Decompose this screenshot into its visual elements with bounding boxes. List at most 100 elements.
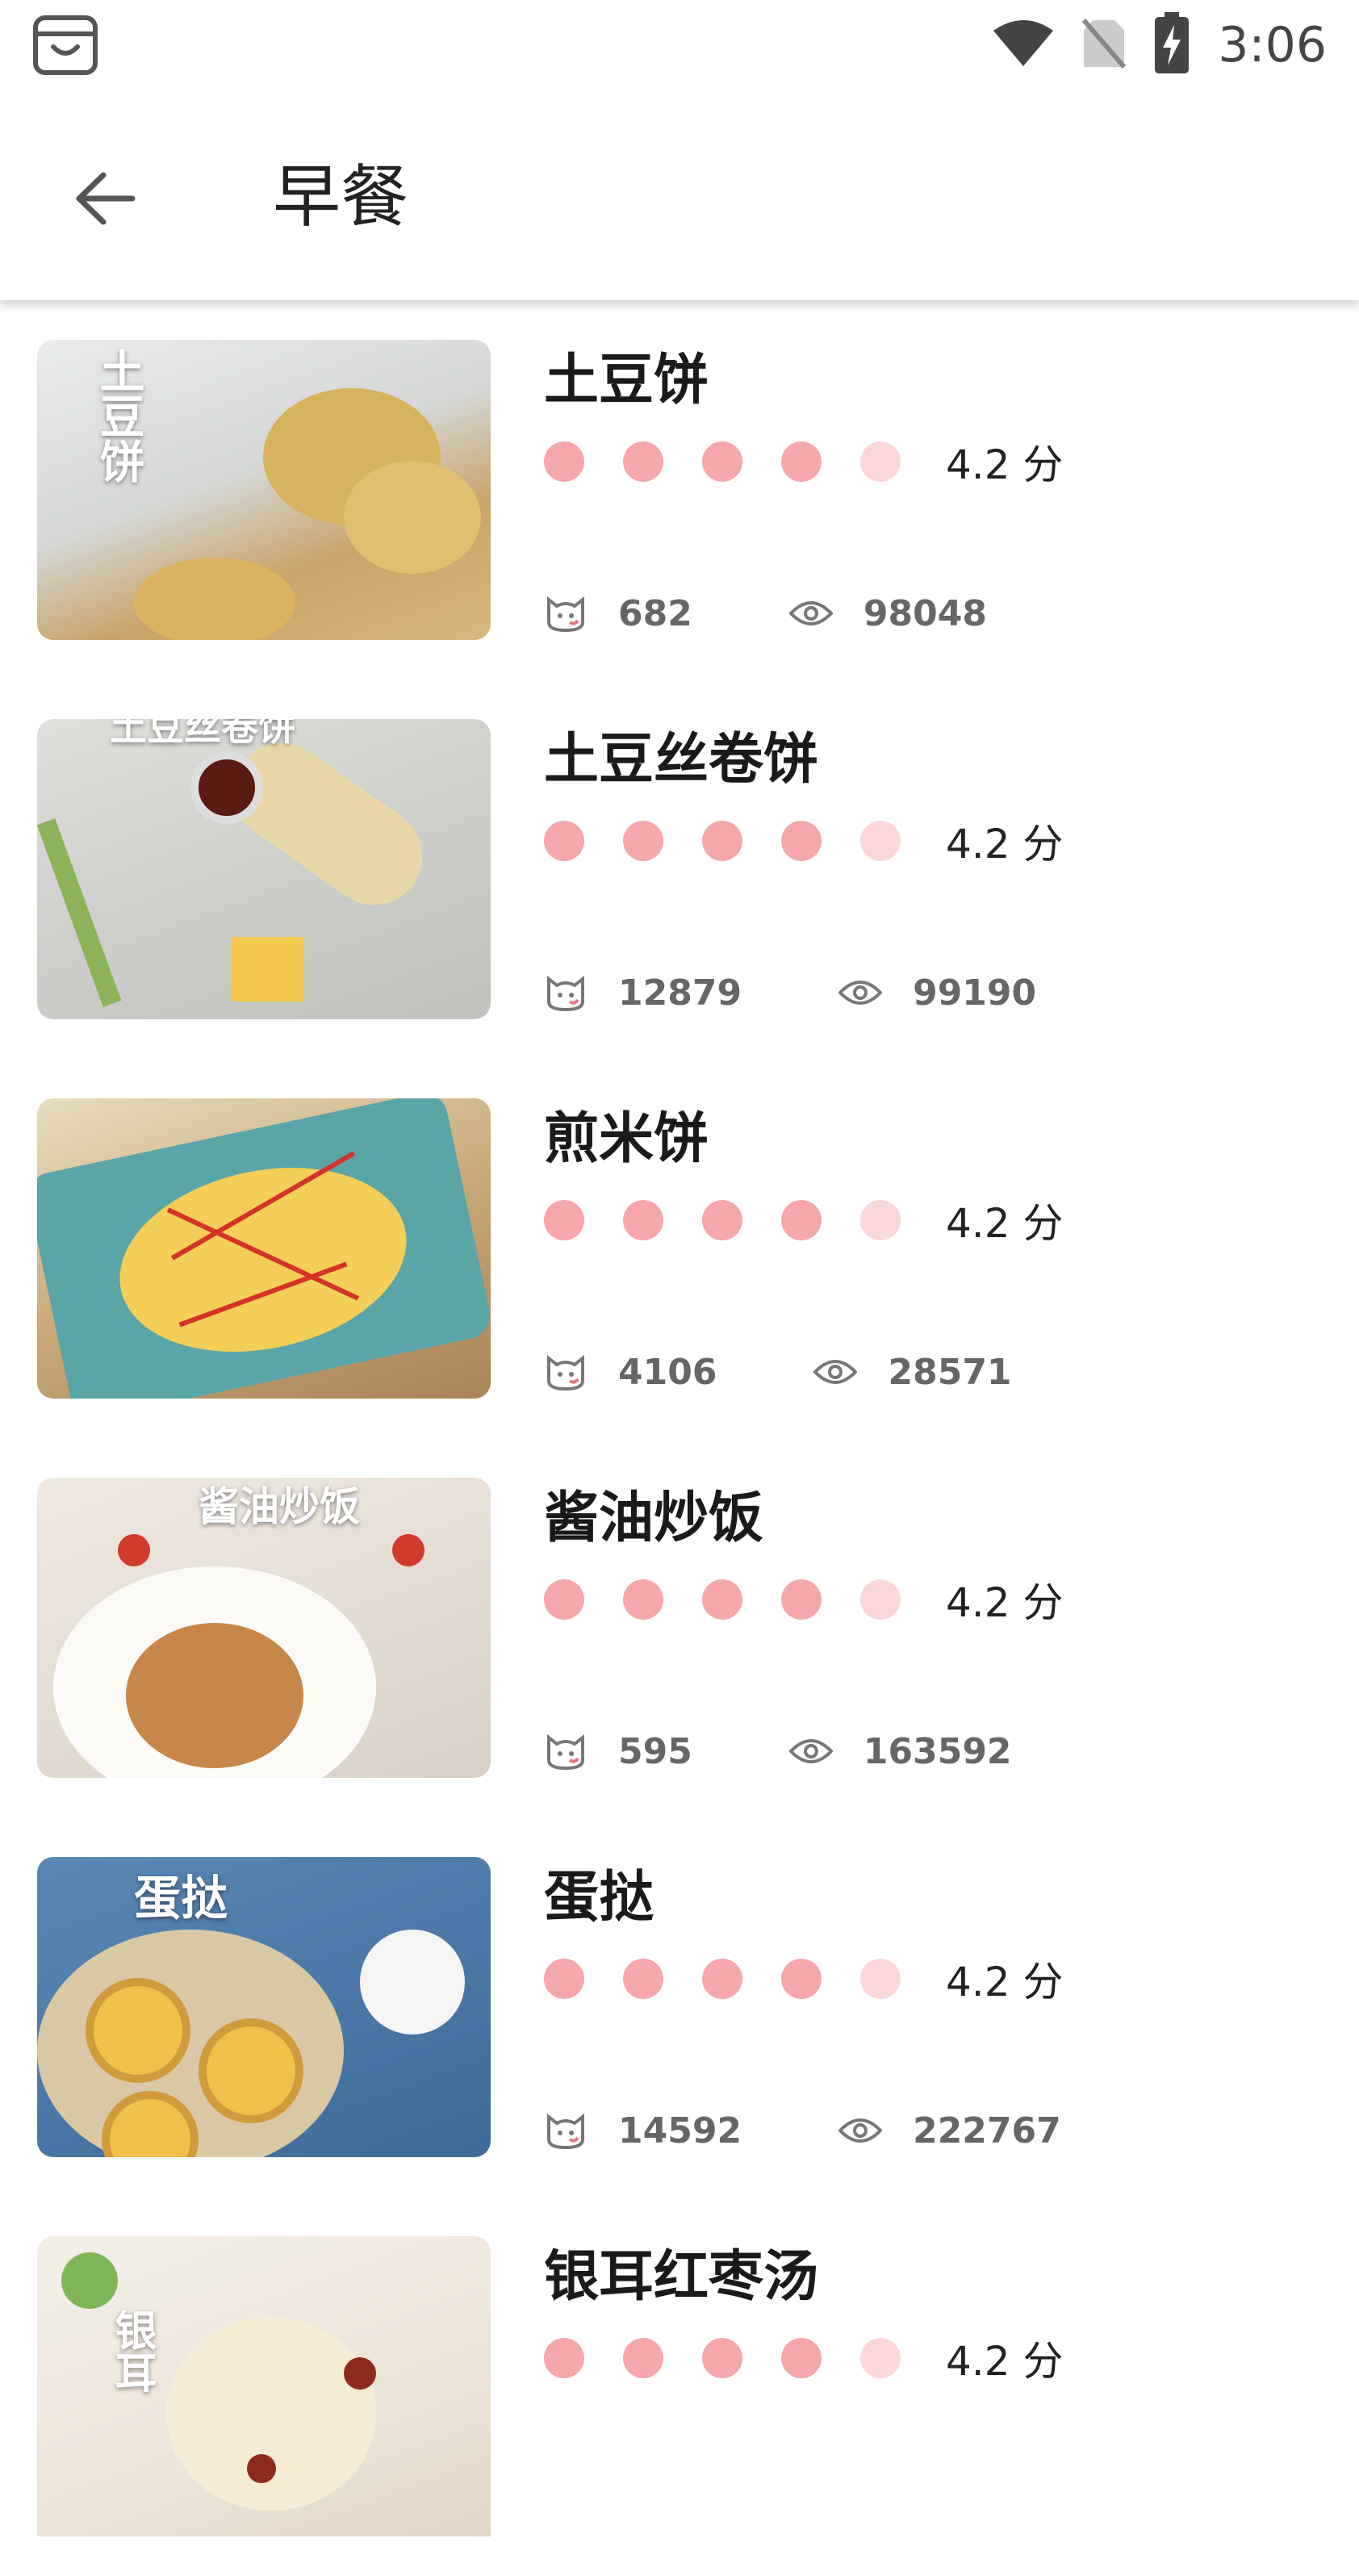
recipe-title: 酱油炒饭: [544, 1487, 764, 1550]
recipe-stats: 595 163592: [544, 1725, 1012, 1777]
recipe-stats: 14592 222767: [544, 2105, 1061, 2156]
recipe-thumbnail[interactable]: 蛋挞: [37, 1857, 491, 2157]
rating-dot: [702, 821, 742, 861]
views-count: 99190: [913, 972, 1037, 1014]
recipe-thumbnail[interactable]: [37, 1098, 491, 1399]
rating-dot: [544, 441, 584, 482]
wifi-icon: [992, 19, 1055, 71]
rating-dot: [623, 821, 663, 861]
cat-face-icon: [544, 592, 588, 635]
rating-dot: [860, 441, 901, 482]
cat-face-icon: [544, 971, 588, 1014]
recipe-item[interactable]: 土豆饼 土豆饼 4.2 分 682 98048: [0, 300, 1359, 680]
recipe-thumbnail[interactable]: 土豆丝卷饼: [37, 719, 491, 1019]
rating-dot: [860, 1959, 901, 1999]
rating-score: 4.2 分: [946, 2338, 1064, 2385]
thumbnail-caption: 银耳: [107, 2309, 156, 2393]
rating-dot: [860, 1200, 901, 1240]
rating-dot: [623, 1200, 663, 1240]
thumbnail-caption: 蛋挞: [134, 1871, 228, 1926]
eye-icon: [838, 2109, 883, 2152]
rating-dot: [702, 1200, 742, 1240]
likes-count: 12879: [618, 972, 742, 1014]
no-sim-icon: [1081, 17, 1127, 73]
recipe-thumbnail[interactable]: 酱油炒饭: [37, 1478, 491, 1778]
status-bar: 3:06: [0, 0, 1359, 97]
rating-dot: [702, 2338, 742, 2378]
rating-dot: [781, 2338, 822, 2378]
likes-count: 595: [618, 1730, 692, 1772]
battery-charging-icon: [1153, 12, 1190, 78]
eye-icon: [813, 1350, 858, 1394]
rating-dot: [781, 1959, 822, 1999]
recipe-thumbnail[interactable]: 土豆饼: [37, 340, 491, 640]
rating-dot: [623, 1959, 663, 1999]
recipe-title: 煎米饼: [544, 1107, 709, 1171]
cat-face-icon: [544, 1350, 588, 1394]
rating: 4.2 分: [544, 2334, 1063, 2385]
rating-dot: [702, 1959, 742, 1999]
rating-dot: [623, 1579, 663, 1620]
rating-score: 4.2 分: [946, 1579, 1064, 1626]
recipe-title: 蛋挞: [544, 1866, 654, 1930]
cat-face-icon: [544, 1729, 588, 1773]
recipe-title: 土豆丝卷饼: [544, 728, 819, 792]
rating-dot: [860, 2338, 901, 2378]
rating-dot: [781, 1200, 822, 1240]
rating-dot: [860, 821, 901, 861]
rating-dot: [860, 1579, 901, 1620]
rating-score: 4.2 分: [946, 821, 1064, 868]
rating-score: 4.2 分: [946, 1200, 1064, 1247]
likes-count: 682: [618, 592, 692, 634]
shopping-bag-icon: [31, 13, 100, 77]
rating-dot: [544, 1200, 584, 1240]
eye-icon: [788, 1729, 833, 1773]
likes-count: 4106: [618, 1351, 717, 1393]
views-count: 163592: [863, 1730, 1012, 1772]
recipe-list: 土豆饼 土豆饼 4.2 分 682 98048 土豆丝卷饼 土豆丝卷饼 4.2 …: [0, 300, 1359, 2576]
recipe-title: 土豆饼: [544, 349, 709, 412]
likes-count: 14592: [618, 2110, 742, 2152]
cat-face-icon: [544, 2109, 588, 2152]
eye-icon: [788, 592, 833, 635]
recipe-stats: 4106 28571: [544, 1346, 1012, 1398]
rating: 4.2 分: [544, 437, 1063, 488]
rating-dot: [781, 441, 822, 482]
recipe-item[interactable]: 蛋挞 蛋挞 4.2 分 14592 222767: [0, 1817, 1359, 2197]
rating-dot: [544, 1959, 584, 1999]
rating: 4.2 分: [544, 1196, 1063, 1247]
rating-dot: [781, 821, 822, 861]
recipe-thumbnail[interactable]: 银耳: [37, 2236, 491, 2536]
thumbnail-caption: 酱油炒饭: [199, 1483, 360, 1530]
rating: 4.2 分: [544, 1955, 1063, 2005]
eye-icon: [838, 971, 883, 1014]
arrow-left-icon: [76, 172, 136, 225]
rating-dot: [544, 2338, 584, 2378]
rating-score: 4.2 分: [946, 441, 1064, 488]
recipe-stats: 682 98048: [544, 588, 987, 639]
rating-dot: [544, 821, 584, 861]
rating-dot: [623, 441, 663, 482]
recipe-item[interactable]: 煎米饼 4.2 分 4106 28571: [0, 1059, 1359, 1438]
recipe-title: 银耳红枣汤: [544, 2245, 819, 2309]
rating-dot: [623, 2338, 663, 2378]
app-bar: 早餐: [0, 97, 1359, 300]
recipe-item[interactable]: 土豆丝卷饼 土豆丝卷饼 4.2 分 12879 99190: [0, 680, 1359, 1059]
rating-dot: [702, 1579, 742, 1620]
recipe-stats: 12879 99190: [544, 967, 1036, 1018]
views-count: 28571: [888, 1351, 1012, 1393]
rating: 4.2 分: [544, 817, 1063, 868]
views-count: 98048: [863, 592, 987, 634]
rating-dot: [544, 1579, 584, 1620]
thumbnail-caption: 土豆饼: [92, 348, 144, 483]
page-title: 早餐: [273, 157, 409, 236]
thumbnail-caption: 土豆丝卷饼: [110, 719, 295, 749]
rating-dot: [781, 1579, 822, 1620]
status-time: 3:06: [1218, 17, 1327, 73]
recipe-item[interactable]: 酱油炒饭 酱油炒饭 4.2 分 595 163592: [0, 1438, 1359, 1817]
views-count: 222767: [913, 2110, 1061, 2152]
recipe-item[interactable]: 银耳 银耳红枣汤 4.2 分: [0, 2197, 1359, 2576]
rating: 4.2 分: [544, 1575, 1063, 1626]
rating-dot: [702, 441, 742, 482]
back-button[interactable]: [56, 158, 153, 239]
